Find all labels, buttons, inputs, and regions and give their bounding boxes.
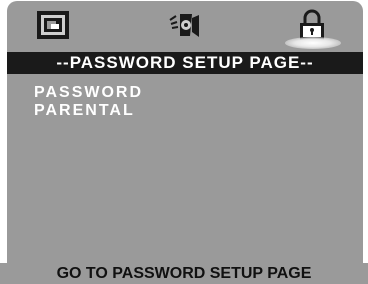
menu-item-password[interactable]: PASSWORD [34, 84, 143, 102]
status-bar: GO TO PASSWORD SETUP PAGE [0, 263, 368, 284]
menu-item-parental[interactable]: PARENTAL [34, 102, 143, 120]
selected-tab-highlight [285, 37, 341, 49]
tab-audio-setup[interactable] [165, 5, 205, 45]
general-setup-icon [37, 11, 69, 39]
audio-setup-icon [169, 14, 199, 37]
tab-general-setup[interactable] [33, 5, 73, 45]
setup-tab-bar [7, 1, 363, 52]
password-menu: PASSWORD PARENTAL [34, 84, 143, 120]
page-title: --PASSWORD SETUP PAGE-- [7, 52, 363, 74]
setup-menu-screen: --PASSWORD SETUP PAGE-- PASSWORD PARENTA… [7, 1, 363, 263]
